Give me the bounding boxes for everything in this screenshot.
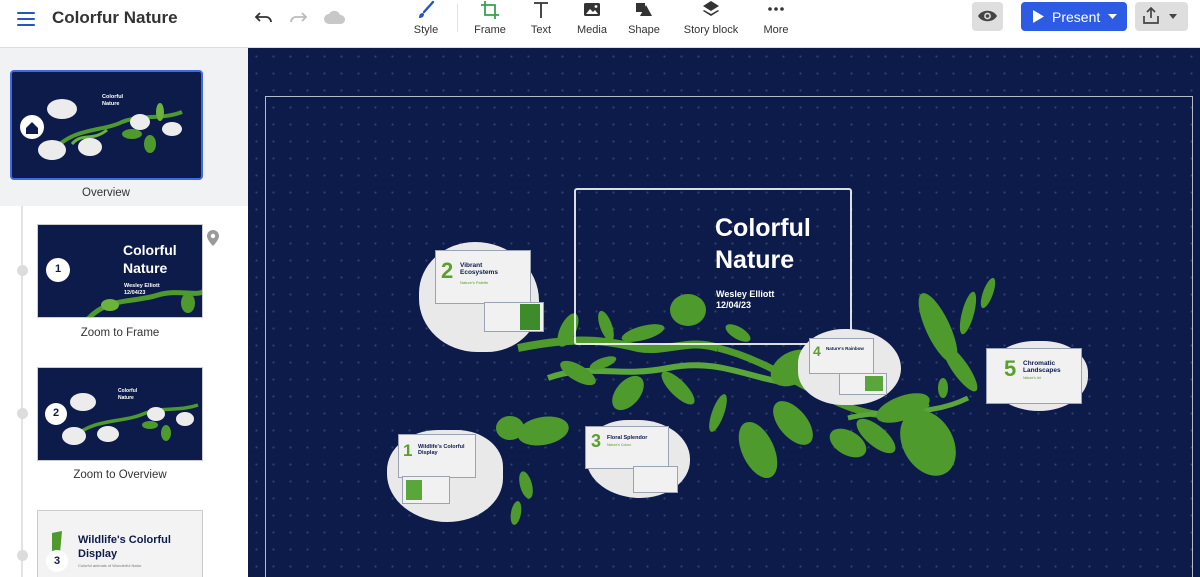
sidebar-item-label: Zoom to Frame — [80, 327, 160, 339]
share-upload-icon — [1143, 7, 1159, 24]
frame-thumb-title: Wildlife's Colorful Display — [78, 534, 171, 560]
chevron-down-icon[interactable] — [1169, 14, 1177, 19]
location-pin-icon[interactable] — [207, 230, 219, 246]
frame-thumb-author: Wesley Elliott — [124, 283, 160, 289]
preview-button[interactable] — [972, 2, 1003, 31]
frame-thumb-title: Colorful Nature — [118, 388, 138, 401]
document-title[interactable]: Colorfur Nature — [52, 8, 178, 28]
play-icon — [1033, 10, 1044, 23]
topic-photo — [520, 304, 540, 330]
topic-photo — [865, 376, 883, 391]
topic-title: Chromatic Landscapes — [1023, 360, 1061, 375]
topic-subtitle: Nature's Palette — [460, 280, 489, 285]
text-icon — [534, 2, 548, 18]
chevron-down-icon[interactable] — [1108, 14, 1117, 20]
overview-thumbnail[interactable]: Colorful Nature — [10, 70, 203, 180]
layers-icon — [703, 1, 719, 16]
canvas-date: 12/04/23 — [716, 300, 752, 310]
tool-story-block[interactable]: Story block — [676, 0, 746, 48]
topic-number: 2 — [441, 258, 454, 283]
topic-number: 1 — [403, 441, 413, 460]
sidebar-item-zoom-to-overview[interactable]: 2 Colorful Nature Zoom to Overview — [35, 367, 205, 481]
frame-number: 2 — [52, 407, 60, 419]
cloud-save-icon — [324, 10, 346, 24]
frame-thumbnail: 3 Wildlife's Colorful Display Colorful a… — [37, 510, 203, 577]
topic-title: Floral Splendor — [607, 435, 648, 441]
frame-thumbnail: 2 Colorful Nature — [37, 367, 203, 461]
undo-icon[interactable] — [253, 8, 275, 28]
topic-subtitle: Nature's Colors — [607, 443, 632, 447]
topic-title: Wildlife's Colorful Display — [418, 444, 465, 457]
tool-shape[interactable]: Shape — [614, 0, 674, 48]
frame-thumb-date: 12/04/23 — [124, 290, 146, 296]
frame-number: 1 — [54, 263, 62, 275]
more-dots-icon — [768, 7, 784, 11]
frame-thumb-subtitle: Colorful animals of Wonderful Natur — [78, 563, 142, 568]
topic-number: 4 — [813, 343, 821, 359]
brush-icon — [419, 0, 435, 18]
topic-subcard[interactable] — [633, 466, 678, 493]
timeline-line — [21, 206, 23, 577]
top-toolbar: Colorfur Nature Style Frame Text Media S… — [0, 0, 1200, 48]
canvas-author: Wesley Elliott — [716, 289, 775, 299]
shapes-icon — [636, 3, 652, 16]
hamburger-menu-icon[interactable] — [17, 12, 35, 26]
image-icon — [584, 3, 600, 16]
sidebar-item-label: Zoom to Overview — [73, 469, 167, 481]
topic-title: Vibrant Ecosystems — [460, 262, 498, 277]
overview-section: Colorful Nature Overview — [0, 48, 248, 206]
frame-thumbnail: 1 Colorful Nature Wesley Elliott 12/04/2… — [37, 224, 203, 318]
topic-number: 3 — [591, 431, 602, 451]
tool-media[interactable]: Media — [562, 0, 622, 48]
sidebar-item-zoom-to-frame[interactable]: 1 Colorful Nature Wesley Elliott 12/04/2… — [35, 224, 205, 339]
timeline-dot — [17, 550, 28, 561]
redo-icon[interactable] — [287, 8, 309, 28]
topic-photo — [406, 480, 422, 500]
sidebar-item-wildlife[interactable]: 3 Wildlife's Colorful Display Colorful a… — [35, 510, 205, 577]
overview-label: Overview — [82, 187, 130, 199]
topic-number: 5 — [1004, 356, 1017, 381]
overview-thumb-title: Colorful Nature — [102, 94, 124, 107]
share-button[interactable] — [1135, 2, 1188, 31]
canvas-title-line-1: Colorful — [715, 214, 811, 242]
canvas-title: Colorful Nature — [715, 212, 855, 276]
eye-icon — [978, 10, 997, 22]
frame-number: 3 — [46, 550, 68, 572]
frame-icon — [481, 1, 499, 19]
canvas-title-line-2: Nature — [715, 246, 795, 274]
frame-thumb-title: Colorful Nature — [123, 242, 177, 276]
topic-title: Nature's Rainbow — [826, 346, 864, 351]
frames-sidebar: Colorful Nature Overview 1 Colorful Natu… — [0, 48, 248, 577]
topic-subtitle: Nature's Art — [1023, 376, 1042, 380]
tool-more[interactable]: More — [746, 0, 806, 48]
tool-style[interactable]: Style — [396, 0, 456, 48]
presentation-canvas[interactable]: Colorful Nature Wesley Elliott 12/04/23 … — [248, 48, 1200, 577]
timeline-dot — [17, 408, 28, 419]
present-button[interactable]: Present — [1021, 2, 1127, 31]
toolbar-divider — [457, 4, 458, 32]
overview-thumbnail-art — [20, 99, 183, 160]
timeline-dot — [17, 265, 28, 276]
